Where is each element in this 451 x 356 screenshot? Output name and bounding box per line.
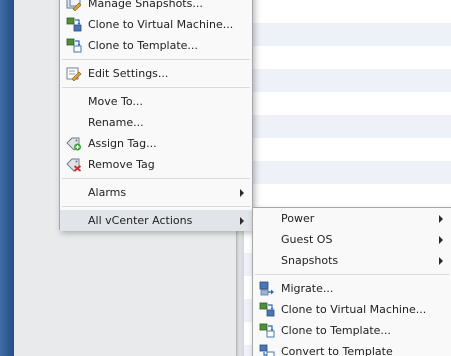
- submenu-arrow-icon: [240, 189, 244, 197]
- menu-item-label: Snapshots: [281, 254, 339, 267]
- menu-item-label: Power: [281, 212, 315, 225]
- menu-item-label: Assign Tag...: [88, 137, 157, 150]
- migrate-icon: [259, 281, 275, 296]
- grid-row[interactable]: [244, 184, 451, 207]
- menu-item-label: Remove Tag: [88, 158, 155, 171]
- menu-item-label: Clone to Template...: [88, 39, 198, 52]
- menu-separator: [62, 87, 250, 88]
- menu-item-label: All vCenter Actions: [88, 214, 193, 227]
- clone-to-vm-icon: [259, 302, 275, 317]
- grid-row[interactable]: [244, 115, 451, 138]
- grid-row[interactable]: [244, 92, 451, 115]
- menu-item-label: Clone to Virtual Machine...: [88, 18, 234, 31]
- menu-item-label: Rename...: [88, 116, 144, 129]
- menu-item-label: Alarms: [88, 186, 127, 199]
- menu-item-label: Guest OS: [281, 233, 333, 246]
- menu-item-label: Move To...: [88, 95, 143, 108]
- edit-settings-icon: [66, 66, 82, 82]
- menu-item-guest-os[interactable]: Guest OS: [253, 229, 451, 250]
- clone-to-template-icon: [66, 38, 82, 53]
- menu-item-clone-to-template[interactable]: Clone to Template...: [60, 35, 252, 56]
- grid-row[interactable]: [244, 0, 451, 23]
- menu-item-manage-snapshots[interactable]: Manage Snapshots...: [60, 0, 252, 14]
- clone-to-vm-icon: [66, 17, 82, 32]
- menu-item-alarms[interactable]: Alarms: [60, 182, 252, 203]
- manage-snapshots-icon: [66, 0, 82, 12]
- menu-item-label: Edit Settings...: [88, 67, 169, 80]
- menu-item-clone-to-vm[interactable]: Clone to Virtual Machine...: [60, 14, 252, 35]
- menu-item-label: Manage Snapshots...: [88, 0, 203, 10]
- menu-item-clone-to-vm[interactable]: Clone to Virtual Machine...: [253, 299, 451, 320]
- menu-item-convert-to-template[interactable]: Convert to Template: [253, 341, 451, 356]
- grid-row[interactable]: [244, 69, 451, 92]
- menu-item-label: Migrate...: [281, 282, 334, 295]
- assign-tag-icon: [66, 136, 82, 151]
- menu-item-rename[interactable]: Rename...: [60, 112, 252, 133]
- menu-item-power[interactable]: Power: [253, 208, 451, 229]
- menu-item-label: Clone to Template...: [281, 324, 391, 337]
- menu-item-remove-tag[interactable]: Remove Tag: [60, 154, 252, 175]
- all-vcenter-actions-submenu: Power Guest OS Snapshots Migrate... Clon…: [252, 207, 451, 356]
- submenu-arrow-icon: [240, 217, 244, 225]
- menu-separator: [62, 178, 250, 179]
- menu-item-all-vcenter-actions[interactable]: All vCenter Actions: [60, 210, 252, 231]
- grid-row[interactable]: [244, 23, 451, 46]
- navigator-pane: [0, 0, 14, 356]
- submenu-arrow-icon: [439, 215, 443, 223]
- remove-tag-icon: [66, 157, 82, 172]
- menu-item-edit-settings[interactable]: Edit Settings...: [60, 63, 252, 84]
- menu-item-label: Convert to Template: [281, 345, 393, 356]
- menu-separator: [62, 59, 250, 60]
- menu-item-migrate[interactable]: Migrate...: [253, 278, 451, 299]
- grid-row[interactable]: [244, 138, 451, 161]
- menu-item-label: Clone to Virtual Machine...: [281, 303, 427, 316]
- menu-item-assign-tag[interactable]: Assign Tag...: [60, 133, 252, 154]
- convert-to-template-icon: [259, 344, 275, 356]
- menu-separator: [255, 274, 449, 275]
- menu-separator: [62, 206, 250, 207]
- menu-item-move-to[interactable]: Move To...: [60, 91, 252, 112]
- menu-item-clone-to-template[interactable]: Clone to Template...: [253, 320, 451, 341]
- menu-item-snapshots[interactable]: Snapshots: [253, 250, 451, 271]
- vm-context-menu: Manage Snapshots... Clone to Virtual Mac…: [59, 0, 253, 231]
- submenu-arrow-icon: [439, 236, 443, 244]
- grid-row[interactable]: [244, 46, 451, 69]
- submenu-arrow-icon: [439, 257, 443, 265]
- clone-to-template-icon: [259, 323, 275, 338]
- grid-row[interactable]: [244, 161, 451, 184]
